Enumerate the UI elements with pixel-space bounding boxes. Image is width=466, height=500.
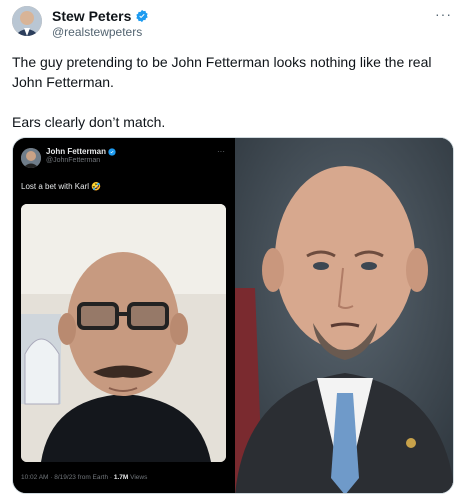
- official-portrait-photo: [235, 138, 453, 493]
- author-name-text[interactable]: Stew Peters: [52, 8, 131, 24]
- embedded-meta-views-count: 1.7M: [113, 474, 129, 481]
- embedded-author-name-text: John Fetterman: [46, 147, 107, 156]
- author-handle[interactable]: @realstewpeters: [52, 25, 142, 39]
- embedded-selfie-photo: [21, 204, 226, 462]
- tweet-media[interactable]: John Fetterman @JohnFetterman ··· Lost a…: [12, 137, 454, 494]
- embedded-author-handle: @JohnFetterman: [46, 157, 101, 164]
- tweet-text-line2: Ears clearly don’t match.: [12, 114, 166, 130]
- tweet-header: Stew Peters @realstewpeters ···: [12, 6, 454, 40]
- embedded-meta-time: 10:02 AM · 8/19/23 from Earth ·: [21, 474, 114, 481]
- author-avatar[interactable]: [12, 6, 42, 36]
- embedded-author-avatar: [21, 148, 41, 168]
- more-options-icon[interactable]: ···: [435, 6, 452, 22]
- author-name[interactable]: Stew Peters: [52, 8, 149, 24]
- embedded-verified-icon: [108, 147, 116, 156]
- tweet-text-line1: The guy pretending to be John Fetterman …: [12, 54, 432, 90]
- embedded-author-name: John Fetterman: [46, 147, 116, 156]
- verified-badge-icon: [136, 9, 149, 23]
- embedded-more-icon: ···: [217, 147, 225, 156]
- embedded-meta-views-label: Views: [128, 474, 148, 481]
- embedded-tweet-screenshot: John Fetterman @JohnFetterman ··· Lost a…: [13, 138, 235, 493]
- tweet-body: The guy pretending to be John Fetterman …: [12, 52, 452, 132]
- embedded-tweet-meta: 10:02 AM · 8/19/23 from Earth · 1.7M Vie…: [21, 474, 147, 481]
- embedded-tweet-text: Lost a bet with Karl 🤣: [21, 182, 102, 191]
